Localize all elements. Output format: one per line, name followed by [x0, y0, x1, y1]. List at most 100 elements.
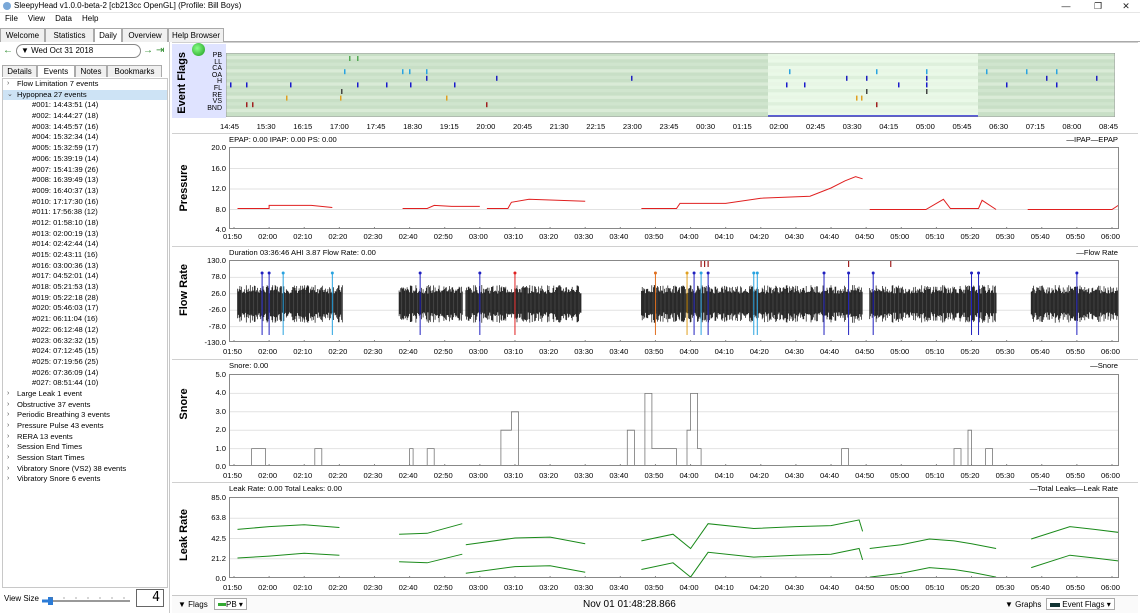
menu-file[interactable]: File [0, 13, 23, 23]
tree-event-item[interactable]: #022: 06:12:48 (12) [3, 325, 167, 336]
flags-x-tick-label: 18:30 [403, 122, 423, 131]
flow-event-dot [706, 271, 710, 275]
flags-x-tick-label: 14:45 [220, 122, 240, 131]
flow-event-dot [1075, 271, 1079, 275]
pressure-plot[interactable] [229, 147, 1119, 229]
tree-event-item[interactable]: #008: 16:39:49 (13) [3, 175, 167, 186]
tree-category[interactable]: › Obstructive 37 events [3, 400, 167, 411]
flag-mark [409, 69, 411, 75]
tree-event-item[interactable]: #018: 05:21:53 (13) [3, 282, 167, 293]
tree-event-item[interactable]: #001: 14:43:51 (14) [3, 100, 167, 111]
last-day-arrow-icon[interactable]: ⇥ [156, 44, 164, 58]
tree-event-item[interactable]: #005: 15:32:59 (17) [3, 143, 167, 154]
y-tick-label: 20.0 [211, 143, 226, 152]
x-tick-label: 04:30 [784, 471, 804, 480]
tree-event-item[interactable]: #015: 02:43:11 (16) [3, 250, 167, 261]
tree-event-item[interactable]: #010: 17:17:30 (16) [3, 197, 167, 208]
pin-icon[interactable] [192, 43, 205, 56]
side-tab-details[interactable]: Details [2, 65, 37, 77]
chevron-down-icon[interactable]: ⌄ [7, 90, 13, 101]
close-button[interactable]: ✕ [1112, 0, 1140, 13]
flag-mark [804, 82, 806, 88]
flow-event-dot [822, 271, 826, 275]
tree-event-item[interactable]: #011: 17:56:38 (12) [3, 207, 167, 218]
chevron-right-icon[interactable]: › [7, 432, 9, 443]
flags-x-tick-label: 05:45 [952, 122, 972, 131]
flow-plot[interactable] [229, 260, 1119, 342]
tree-event-item[interactable]: #024: 07:12:45 (15) [3, 346, 167, 357]
x-tick-label: 04:50 [855, 583, 875, 592]
side-tab-events[interactable]: Events [37, 65, 75, 77]
chevron-right-icon[interactable]: › [7, 400, 9, 411]
chevron-right-icon[interactable]: › [7, 389, 9, 400]
flag-mark [357, 56, 359, 61]
view-size-spinbox[interactable]: 4 [136, 589, 164, 607]
minimize-button[interactable]: — [1052, 0, 1080, 13]
tree-category[interactable]: › Vibratory Snore (VS2) 38 events [3, 464, 167, 475]
tree-event-item[interactable]: #006: 15:39:19 (14) [3, 154, 167, 165]
tree-category[interactable]: › Large Leak 1 event [3, 389, 167, 400]
tree-category[interactable]: › Session End Times [3, 442, 167, 453]
tree-event-item[interactable]: #027: 08:51:44 (10) [3, 378, 167, 389]
tab-daily[interactable]: Daily [94, 28, 122, 43]
chevron-right-icon[interactable]: › [7, 421, 9, 432]
next-day-arrow-icon[interactable]: → [143, 44, 153, 58]
tree-event-item[interactable]: #012: 01:58:10 (18) [3, 218, 167, 229]
menu-view[interactable]: View [23, 13, 50, 23]
x-tick-label: 03:10 [503, 471, 523, 480]
tree-event-item[interactable]: #025: 07:19:56 (25) [3, 357, 167, 368]
x-tick-label: 04:00 [679, 347, 699, 356]
menu-data[interactable]: Data [50, 13, 77, 23]
tab-welcome[interactable]: Welcome [0, 28, 45, 42]
tree-event-item[interactable]: #014: 02:42:44 (14) [3, 239, 167, 250]
maximize-button[interactable]: ❐ [1084, 0, 1112, 13]
chevron-right-icon[interactable]: › [7, 410, 9, 421]
tree-event-item[interactable]: #003: 14:45:57 (16) [3, 122, 167, 133]
chevron-right-icon[interactable]: › [7, 442, 9, 453]
flags-dropdown[interactable]: ▼ Flags [178, 600, 208, 609]
tree-category[interactable]: › Flow Limitation 7 events [3, 79, 167, 90]
prev-day-arrow-icon[interactable]: ← [3, 44, 13, 58]
event-tree[interactable]: › Flow Limitation 7 events ⌄ Hypopnea 27 ev… [2, 78, 168, 588]
y-tick-label: 78.0 [211, 272, 226, 282]
color-swatch-icon [1050, 602, 1060, 607]
tree-event-item[interactable]: #004: 15:32:34 (14) [3, 132, 167, 143]
tree-event-item[interactable]: #020: 05:46:03 (17) [3, 303, 167, 314]
chevron-right-icon[interactable]: › [7, 453, 9, 464]
event-flags-plot[interactable] [226, 53, 1115, 117]
tree-category[interactable]: ⌄ Hypopnea 27 events [3, 89, 167, 101]
tree-event-item[interactable]: #007: 15:41:39 (26) [3, 165, 167, 176]
side-tab-bookmarks[interactable]: Bookmarks [107, 65, 162, 77]
tab-statistics[interactable]: Statistics [45, 28, 94, 42]
x-tick-label: 02:50 [433, 471, 453, 480]
tree-event-item[interactable]: #023: 06:32:32 (15) [3, 336, 167, 347]
tree-event-item[interactable]: #026: 07:36:09 (14) [3, 368, 167, 379]
tree-category[interactable]: › Vibratory Snore 6 events [3, 474, 167, 485]
date-picker[interactable]: ▼ Wed Oct 31 2018 [16, 44, 141, 58]
tree-event-item[interactable]: #002: 14:44:27 (18) [3, 111, 167, 122]
chevron-right-icon[interactable]: › [7, 79, 9, 90]
graphs-dropdown[interactable]: ▼ Graphs [1005, 600, 1041, 609]
flag-mark [866, 75, 868, 81]
tree-event-item[interactable]: #021: 06:11:04 (16) [3, 314, 167, 325]
side-tab-notes[interactable]: Notes [75, 65, 107, 77]
tree-category[interactable]: › Periodic Breathing 3 events [3, 410, 167, 421]
menu-help[interactable]: Help [77, 13, 103, 23]
tree-category[interactable]: › Pressure Pulse 43 events [3, 421, 167, 432]
tree-event-item[interactable]: #013: 02:00:19 (13) [3, 229, 167, 240]
event-flags-select[interactable]: Event Flags ▾ [1046, 598, 1115, 610]
tree-event-item[interactable]: #016: 03:00:36 (13) [3, 261, 167, 272]
tree-category[interactable]: › Session Start Times [3, 453, 167, 464]
x-tick-label: 02:30 [363, 347, 383, 356]
tree-event-item[interactable]: #017: 04:52:01 (14) [3, 271, 167, 282]
tree-category[interactable]: › RERA 13 events [3, 432, 167, 443]
chevron-right-icon[interactable]: › [7, 474, 9, 485]
chevron-right-icon[interactable]: › [7, 464, 9, 475]
snore-plot[interactable] [229, 374, 1119, 466]
pb-select[interactable]: PB ▾ [214, 598, 247, 610]
tree-event-item[interactable]: #019: 05:22:18 (28) [3, 293, 167, 304]
tab-help-browser[interactable]: Help Browser [168, 28, 224, 42]
tree-event-item[interactable]: #009: 16:40:37 (13) [3, 186, 167, 197]
leak-plot[interactable] [229, 497, 1119, 578]
tab-overview[interactable]: Overview [122, 28, 168, 42]
